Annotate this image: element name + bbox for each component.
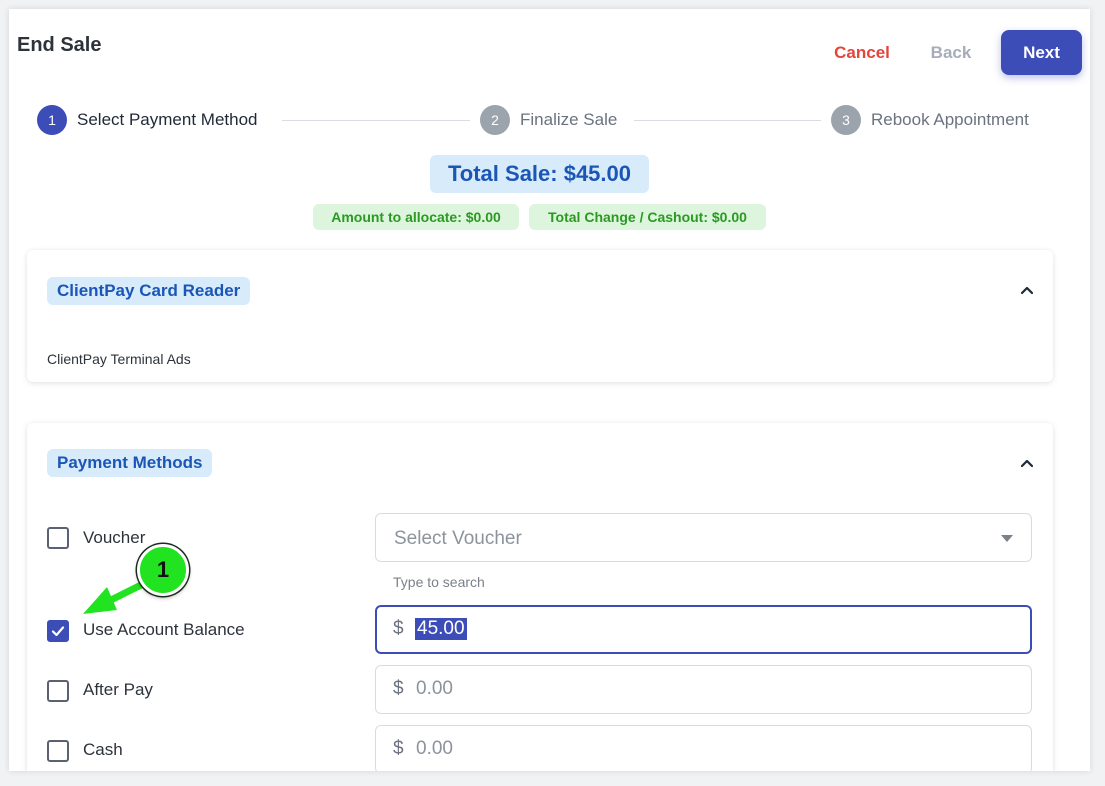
next-button[interactable]: Next — [1001, 30, 1082, 75]
voucher-helper-text: Type to search — [393, 574, 485, 590]
step-connector — [634, 120, 821, 121]
cash-amount-input[interactable]: $ 0.00 — [375, 725, 1032, 771]
currency-symbol: $ — [393, 618, 404, 639]
step-number: 3 — [831, 105, 861, 135]
cash-placeholder: 0.00 — [416, 738, 453, 759]
account-balance-value: 45.00 — [415, 618, 467, 640]
amount-to-allocate-badge: Amount to allocate: $0.00 — [313, 204, 519, 230]
cash-label: Cash — [83, 740, 123, 759]
step-rebook-appointment: 3 Rebook Appointment — [831, 105, 1029, 135]
after-pay-placeholder: 0.00 — [416, 678, 453, 699]
annotation-arrow-icon — [83, 577, 153, 614]
annotation-marker: 1 — [137, 544, 189, 596]
account-balance-amount-input[interactable]: $ 45.00 — [375, 605, 1032, 654]
step-finalize-sale: 2 Finalize Sale — [480, 105, 617, 135]
chevron-up-icon[interactable] — [1021, 457, 1033, 469]
voucher-select-placeholder: Select Voucher — [394, 528, 522, 549]
caret-down-icon — [1001, 535, 1013, 542]
chevron-up-icon[interactable] — [1021, 284, 1033, 296]
step-number: 2 — [480, 105, 510, 135]
step-connector — [282, 120, 470, 121]
after-pay-amount-input[interactable]: $ 0.00 — [375, 665, 1032, 714]
cancel-button[interactable]: Cancel — [819, 41, 905, 65]
currency-symbol: $ — [393, 678, 404, 699]
step-label: Rebook Appointment — [871, 110, 1029, 129]
step-label: Finalize Sale — [520, 110, 618, 129]
currency-symbol: $ — [393, 738, 404, 759]
voucher-select[interactable]: Select Voucher — [375, 513, 1032, 562]
end-sale-dialog: End Sale Cancel Back Next 1 Select Payme… — [9, 9, 1090, 771]
total-change-badge: Total Change / Cashout: $0.00 — [529, 204, 766, 230]
cash-checkbox[interactable] — [47, 740, 69, 762]
total-sale-badge: Total Sale: $45.00 — [430, 155, 649, 193]
back-button[interactable]: Back — [914, 41, 988, 65]
